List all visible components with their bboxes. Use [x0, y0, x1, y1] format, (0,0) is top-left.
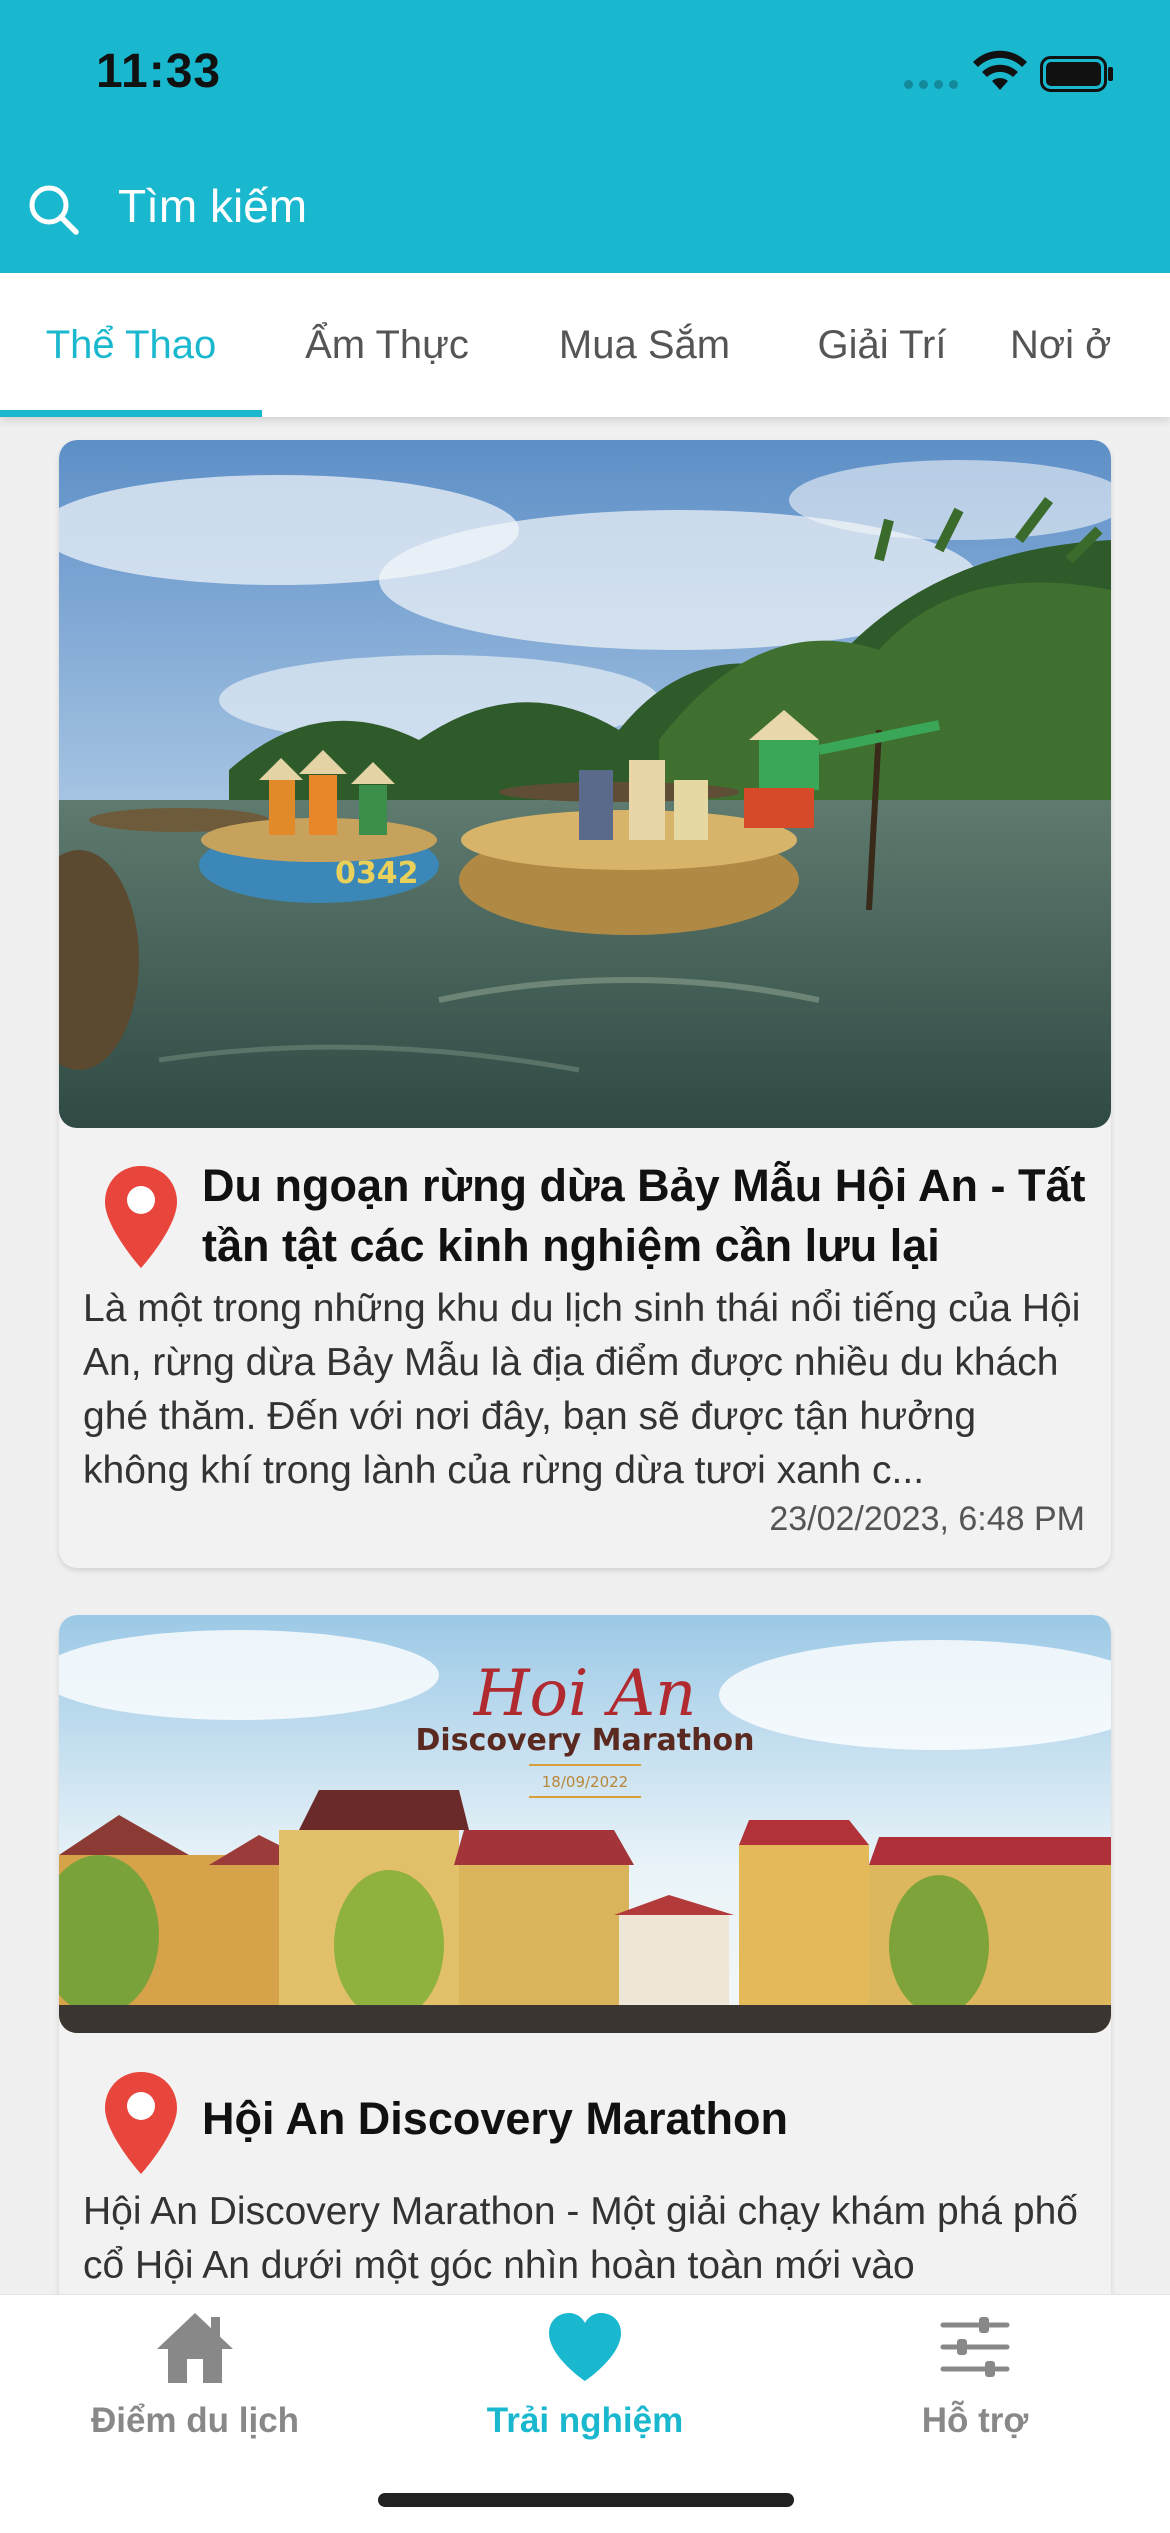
battery-icon	[1040, 56, 1113, 92]
card-description: Là một trong những khu du lịch sinh thái…	[83, 1287, 1081, 1492]
heart-icon[interactable]	[545, 2309, 625, 2385]
location-pin-icon	[105, 1166, 177, 1268]
location-pin-icon	[105, 2072, 177, 2174]
nav-label: Hỗ trợ	[921, 2401, 1029, 2440]
bottom-navigation: Điểm du lịch Trải nghiệm Hỗ trợ	[0, 2294, 1170, 2533]
card-image-coconut-forest[interactable]: 0342	[59, 440, 1111, 1128]
card-title[interactable]: Du ngoạn rừng dừa Bảy Mẫu Hội An - Tất t…	[202, 1156, 1092, 1276]
tab-giai-tri[interactable]: Giải Trí	[777, 273, 987, 417]
article-card[interactable]: 0342 Du ngoạn rừng dừa Bảy Mẫu Hội An - …	[59, 440, 1111, 1568]
home-indicator[interactable]	[378, 2493, 794, 2507]
article-card[interactable]: Hoi An Discovery Marathon 18/09/2022 Hội…	[59, 1615, 1111, 2375]
active-tab-indicator	[0, 410, 262, 417]
marathon-subtitle: Discovery Marathon	[416, 1723, 755, 1758]
tab-mua-sam[interactable]: Mua Sắm	[512, 273, 777, 417]
tab-noi-o[interactable]: Nơi ở	[1010, 273, 1170, 417]
app-header: 11:33	[0, 0, 1170, 273]
marathon-script-title: Hoi An	[473, 1657, 697, 1731]
nav-label: Trải nghiệm	[486, 2401, 684, 2440]
search-bar[interactable]	[0, 160, 1170, 252]
nav-item-trai-nghiem[interactable]: Trải nghiệm	[390, 2295, 780, 2455]
card-image-marathon[interactable]: Hoi An Discovery Marathon 18/09/2022	[59, 1615, 1111, 2033]
marathon-date: 18/09/2022	[542, 1773, 628, 1791]
sliders-icon[interactable]	[935, 2309, 1015, 2385]
search-icon[interactable]	[26, 182, 82, 238]
card-description: Hội An Discovery Marathon - Một giải chạ…	[83, 2190, 1078, 2287]
nav-label: Điểm du lịch	[90, 2401, 300, 2440]
status-time: 11:33	[96, 45, 222, 98]
card-date: 23/02/2023, 6:48 PM	[769, 1500, 1085, 1538]
home-icon[interactable]	[155, 2309, 235, 2385]
search-input[interactable]	[118, 174, 1018, 238]
wifi-icon	[973, 50, 1027, 90]
nav-item-ho-tro[interactable]: Hỗ trợ	[780, 2295, 1170, 2455]
svg-text:0342: 0342	[335, 856, 419, 891]
card-title[interactable]: Hội An Discovery Marathon	[202, 2089, 1092, 2149]
signal-icon	[904, 80, 958, 89]
tab-the-thao[interactable]: Thể Thao	[0, 273, 262, 417]
nav-item-diem-du-lich[interactable]: Điểm du lịch	[0, 2295, 390, 2455]
tab-am-thuc[interactable]: Ẩm Thực	[262, 273, 512, 417]
category-tabs: Thể Thao Ẩm Thực Mua Sắm Giải Trí Nơi ở	[0, 273, 1170, 417]
